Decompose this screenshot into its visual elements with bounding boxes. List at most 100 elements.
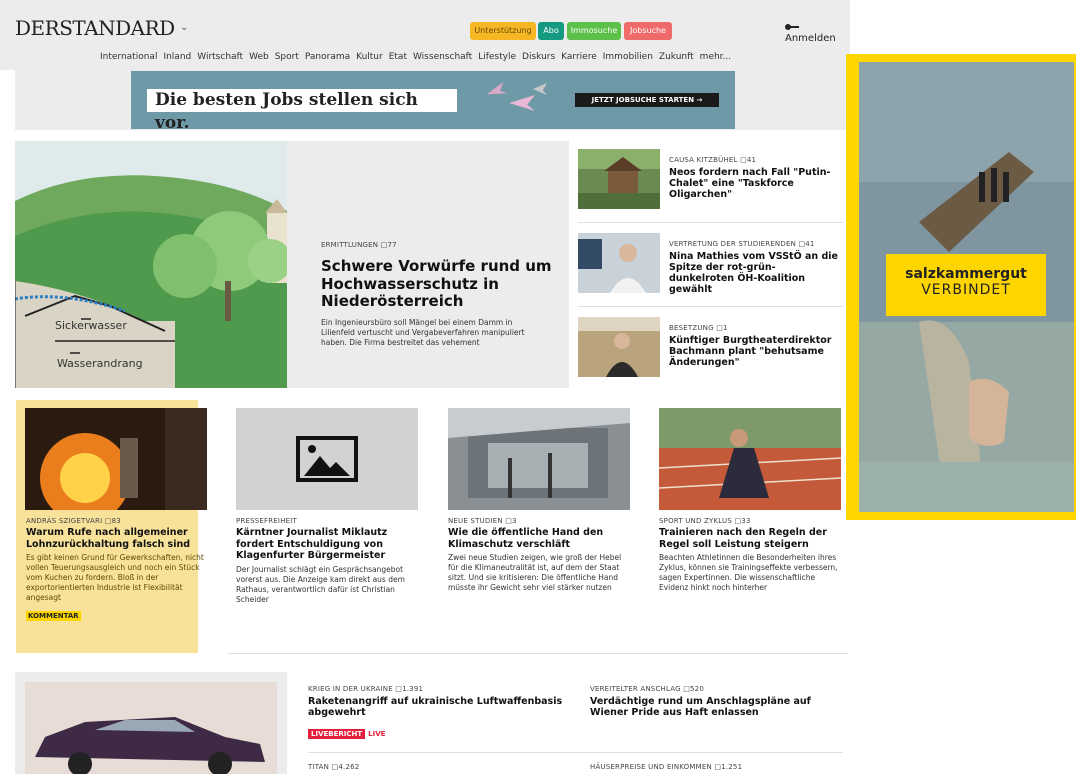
bird-icon [533,83,547,95]
bottom-story-title[interactable]: Verdächtige rund um Anschlagspläne auf W… [590,696,845,718]
story-image [578,317,660,377]
story-kicker: ERMITTLUNGEN □77 [321,241,397,249]
story-kicker: NEUE STUDIEN □3 [448,517,517,525]
side-story-title[interactable]: Nina Mathies vom VSStÖ an die Spitze der… [669,251,839,295]
live-label: LIVE [368,730,386,738]
card-text: ANDRÁS SZIGETVARI □83 Warum Rufe nach al… [26,517,206,622]
abo-button[interactable]: Abo [538,22,564,40]
story-kicker: CAUSA KITZBÜHEL □41 [669,156,757,164]
story-kicker: KRIEG IN DER UKRAINE □1.391 [308,685,424,693]
story-image [448,408,630,510]
comment-icon: □ [716,324,724,332]
bird-icon [509,95,535,111]
nav-zukunft[interactable]: Zukunft [659,52,694,62]
chevron-down-icon[interactable]: ⌄ [180,22,188,33]
support-button[interactable]: Unterstützung [470,22,536,40]
page: DERSTANDARD ⌄ Unterstützung Abo Immosuch… [0,0,1076,774]
divider [308,752,843,753]
story-kicker: TITAN □4.262 [308,763,360,771]
nav-sport[interactable]: Sport [275,52,299,62]
live-badges: LIVEBERICHT LIVE [308,721,568,740]
card-title[interactable]: Trainieren nach den Regeln der Regel sol… [659,527,841,550]
side-story[interactable]: BESETZUNG □1 Künftiger Burgtheaterdirekt… [578,310,843,386]
story-kicker: HÄUSERPREISE UND EINKOMMEN □1.251 [590,763,743,771]
livebericht-badge: LIVEBERICHT [308,729,366,739]
nav-inland[interactable]: Inland [163,52,191,62]
side-story[interactable]: CAUSA KITZBÜHEL □41 Neos fordern nach Fa… [578,142,843,218]
nav-web[interactable]: Web [249,52,269,62]
nav-lifestyle[interactable]: Lifestyle [478,52,516,62]
story-image [578,149,660,209]
card-text: SPORT UND ZYKLUS □33 Trainieren nach den… [659,517,841,593]
card-teaser: Der Journalist schlägt ein Gesprächsan­g… [236,564,405,604]
side-story-text: VERTRETUNG DER STUDIERENDEN □41 Nina Mat… [669,240,839,295]
jobsuche-button[interactable]: Jobsuche [624,22,672,40]
card-title[interactable]: Warum Rufe nach allgemeiner Lohnzurückha… [26,527,206,550]
nav-wirtschaft[interactable]: Wirtschaft [197,52,243,62]
card-teaser: Beachten Athletinnen die Besonderheiten … [659,553,838,592]
nav-diskurs[interactable]: Diskurs [522,52,555,62]
story-image [659,408,841,510]
divider [578,306,843,307]
nav-kultur[interactable]: Kultur [356,52,383,62]
story-kicker: PRESSEFREIHEIT [236,517,298,525]
bird-icon [485,82,508,100]
nav-panorama[interactable]: Panorama [305,52,350,62]
comment-icon: □ [104,517,112,525]
nav-immobilien[interactable]: Immobilien [603,52,653,62]
nav-wissenschaft[interactable]: Wissenschaft [413,52,472,62]
login-button[interactable]: Anmelden [785,22,850,44]
bottom-story-title[interactable]: Raketenangriff auf ukrainische Luftwaffe… [308,696,568,718]
lead-teaser: Ein Ingenieursbüro soll Mängel bei einem… [321,318,525,347]
immosuche-button[interactable]: Immosuche [567,22,621,40]
site-logo[interactable]: DERSTANDARD [15,16,175,40]
lead-title[interactable]: Schwere Vorwürfe rund um Hochwasserschut… [321,257,561,311]
nav-international[interactable]: International [100,52,157,62]
story-image [578,233,660,293]
bottom-story[interactable]: KRIEG IN DER UKRAINE □1.391 Raketenangri… [308,685,568,740]
side-story-text: BESETZUNG □1 Künftiger Burgtheaterdirekt… [669,324,839,368]
car-image [25,682,277,774]
story-card[interactable]: ANDRÁS SZIGETVARI □83 Warum Rufe nach al… [16,400,207,653]
lead-illustration[interactable]: Sickerwasser Wasserandrang [15,141,287,388]
car-ad[interactable] [15,672,287,774]
nav-etat[interactable]: Etat [389,52,407,62]
side-story-title[interactable]: Neos fordern nach Fall "Putin-Chalet" ei… [669,167,839,200]
story-kicker: ANDRÁS SZIGETVARI □83 [26,517,121,525]
story-kicker: VERTRETUNG DER STUDIERENDEN □41 [669,240,815,248]
bottom-story[interactable]: VEREITELTER ANSCHLAG □520 Verdächtige ru… [590,685,845,718]
divider [578,222,843,223]
comment-icon: □ [740,156,747,164]
bottom-story[interactable]: TITAN □4.262 [308,763,568,771]
divider [228,653,848,654]
story-kicker: VEREITELTER ANSCHLAG □520 [590,685,704,693]
story-kicker: SPORT UND ZYKLUS □33 [659,517,751,525]
comment-icon: □ [683,685,691,693]
main-nav: International Inland Wirtschaft Web Sport Pan… [100,52,737,62]
side-story-title[interactable]: Künftiger Burgtheaterdirektor Bachmann p… [669,335,839,368]
bottom-story[interactable]: HÄUSERPREISE UND EINKOMMEN □1.251 [590,763,845,771]
illustration-label: Sickerwasser [55,319,127,332]
banner-headline: Die besten Jobs stellen sich vor. [147,89,457,133]
key-icon [785,24,799,30]
card-text: PRESSEFREIHEIT Kärntner Journalist Mikla… [236,517,418,605]
banner-area: Die besten Jobs stellen sich vor. JETZT … [15,70,850,133]
jobs-banner[interactable]: Die besten Jobs stellen sich vor. JETZT … [131,71,735,133]
illustration-label: Wasserandrang [57,357,143,370]
nav-karriere[interactable]: Karriere [561,52,597,62]
card-title[interactable]: Wie die öffentliche Hand den Klimaschutz… [448,527,630,550]
side-story-text: CAUSA KITZBÜHEL □41 Neos fordern nach Fa… [669,156,839,200]
card-text: NEUE STUDIEN □3 Wie die öffentliche Hand… [448,517,630,593]
card-teaser: Zwei neue Studien zeigen, wie groß der H… [448,553,622,592]
story-image [25,408,207,510]
site-header: DERSTANDARD ⌄ Unterstützung Abo Immosuch… [0,0,850,70]
banner-cta-button[interactable]: JETZT JOBSUCHE STARTEN → [575,93,719,107]
lead-story[interactable]: ERMITTLUNGEN □77 Schwere Vorwürfe rund u… [287,141,569,388]
ad-sign[interactable]: salzkammergut VERBINDET [886,254,1046,316]
login-label: Anmelden [785,33,836,44]
nav-mehr[interactable]: mehr... [700,52,731,62]
side-story[interactable]: VERTRETUNG DER STUDIERENDEN □41 Nina Mat… [578,226,843,302]
image-icon [296,436,358,482]
ad-line2: VERBINDET [921,282,1011,298]
card-title[interactable]: Kärntner Journalist Miklautz fordert Ent… [236,527,418,562]
